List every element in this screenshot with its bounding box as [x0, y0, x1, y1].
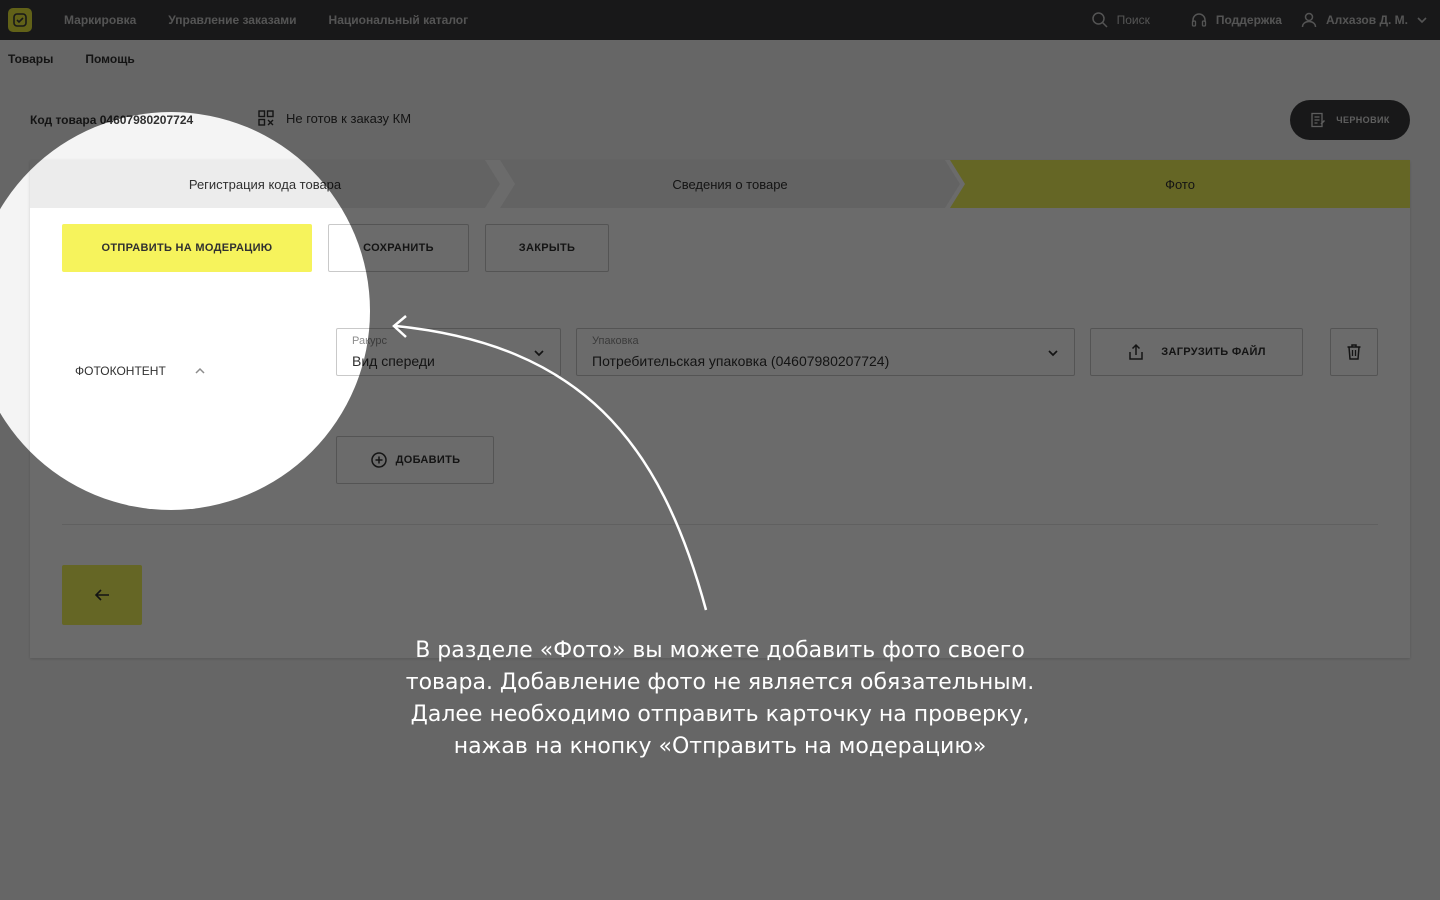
app-logo-icon[interactable] [8, 8, 32, 32]
top-navigation: Маркировка Управление заказами Националь… [64, 13, 468, 27]
step-product-info[interactable]: Сведения о товаре [500, 160, 960, 208]
send-to-moderation-button[interactable]: ОТПРАВИТЬ НА МОДЕРАЦИЮ [62, 224, 312, 272]
search-label: Поиск [1116, 13, 1150, 27]
support-button[interactable]: Поддержка [1190, 11, 1282, 29]
angle-label: Ракурс [352, 335, 388, 347]
add-photo-button[interactable]: ДОБАВИТЬ [336, 436, 494, 484]
top-right-controls: Поиск Поддержка Алхазов Д. М. [1091, 0, 1428, 40]
user-menu[interactable]: Алхазов Д. М. [1300, 11, 1428, 29]
upload-file-button[interactable]: ЗАГРУЗИТЬ ФАЙЛ [1090, 328, 1303, 376]
back-button[interactable] [62, 565, 142, 625]
product-card: Регистрация кода товара Сведения о товар… [30, 160, 1410, 658]
trash-icon [1347, 344, 1361, 360]
add-label: ДОБАВИТЬ [395, 454, 461, 466]
save-button[interactable]: СОХРАНИТЬ [328, 224, 469, 272]
subnav-help[interactable]: Помощь [85, 52, 134, 66]
step-photo[interactable]: Фото [950, 160, 1410, 208]
top-bar: Маркировка Управление заказами Националь… [0, 0, 1440, 40]
package-select[interactable]: Упаковка Потребительская упаковка (04607… [576, 328, 1075, 376]
photo-content-section-header[interactable]: ФОТОКОНТЕНТ [75, 364, 206, 378]
tutorial-tooltip-text: В разделе «Фото» вы можете добавить фото… [405, 638, 1035, 759]
angle-value: Вид спереди [352, 353, 435, 369]
sub-navigation: Товары Помощь [8, 52, 135, 66]
order-status: Не готов к заказу КМ [258, 110, 411, 126]
user-name: Алхазов Д. М. [1325, 13, 1408, 27]
wizard-steps: Регистрация кода товара Сведения о товар… [30, 160, 1410, 208]
section-title: ФОТОКОНТЕНТ [75, 364, 166, 378]
step-registration[interactable]: Регистрация кода товара [30, 160, 500, 208]
headset-icon [1191, 13, 1207, 27]
angle-select[interactable]: Ракурс Вид спереди [336, 328, 561, 376]
divider [62, 524, 1378, 525]
draft-badge[interactable]: ЧЕРНОВИК [1290, 100, 1410, 140]
package-value: Потребительская упаковка (04607980207724… [592, 353, 890, 369]
qr-code-icon [258, 110, 274, 126]
support-label: Поддержка [1215, 13, 1282, 27]
package-label: Упаковка [592, 335, 639, 347]
nav-item-catalog[interactable]: Национальный каталог [329, 13, 469, 27]
plus-circle-icon [370, 452, 387, 468]
draft-label: ЧЕРНОВИК [1336, 115, 1390, 125]
search-button[interactable]: Поиск [1091, 11, 1150, 29]
user-icon [1301, 12, 1317, 28]
search-icon [1091, 12, 1108, 28]
nav-item-marking[interactable]: Маркировка [64, 13, 136, 27]
nav-item-orders[interactable]: Управление заказами [168, 13, 296, 27]
upload-icon [1129, 343, 1144, 360]
chevron-down-icon [534, 350, 544, 357]
status-text: Не готов к заказу КМ [286, 110, 412, 126]
document-edit-icon [1311, 112, 1326, 128]
subnav-products[interactable]: Товары [8, 52, 53, 66]
upload-label: ЗАГРУЗИТЬ ФАЙЛ [1161, 346, 1266, 358]
arrow-left-icon [94, 589, 109, 601]
chevron-down-icon [1048, 350, 1058, 357]
close-button[interactable]: ЗАКРЫТЬ [485, 224, 609, 272]
chevron-up-icon [195, 367, 205, 374]
product-code: Код товара 04607980207724 [30, 113, 194, 127]
chevron-down-icon [1417, 17, 1427, 24]
delete-button[interactable] [1330, 328, 1378, 376]
